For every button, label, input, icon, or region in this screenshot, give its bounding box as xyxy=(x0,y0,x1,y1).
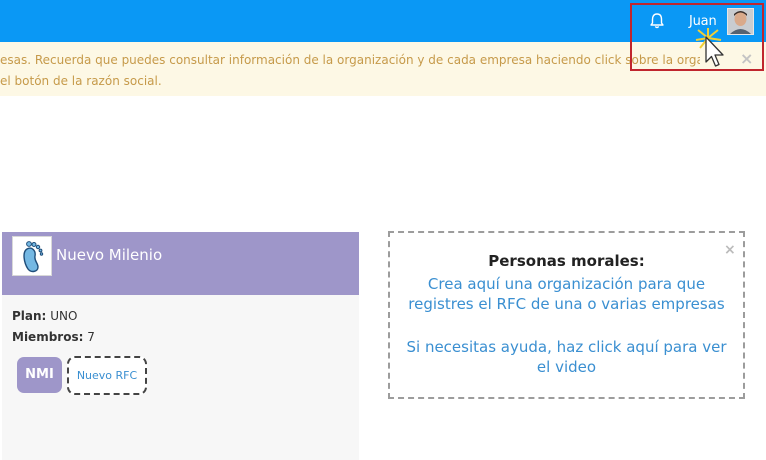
new-rfc-button[interactable]: Nuevo RFC xyxy=(67,356,147,395)
top-navbar: Juan xyxy=(0,0,766,42)
footprint-logo-icon xyxy=(12,236,52,276)
user-avatar[interactable] xyxy=(727,8,754,35)
plan-label: Plan: xyxy=(12,309,47,323)
notice-text: esas. Recuerda que puedes consultar info… xyxy=(0,50,700,92)
organization-header[interactable]: Nuevo Milenio xyxy=(2,232,359,295)
info-notice: esas. Recuerda que puedes consultar info… xyxy=(0,42,766,96)
members-value: 7 xyxy=(87,330,95,344)
plan-info: Plan: UNO xyxy=(12,309,77,323)
company-badge[interactable]: NMI xyxy=(17,357,62,393)
username-label[interactable]: Juan xyxy=(689,14,717,29)
create-organization-link-2[interactable]: registres el RFC de una o varias empresa… xyxy=(390,295,743,313)
empty-state-title: Personas morales: xyxy=(488,252,645,270)
organization-name[interactable]: Nuevo Milenio xyxy=(56,246,162,264)
organization-card[interactable]: Nuevo Milenio Plan: UNO Miembros: 7 NMI … xyxy=(2,232,359,460)
members-label: Miembros: xyxy=(12,330,84,344)
plan-value: UNO xyxy=(50,309,78,323)
bell-icon[interactable] xyxy=(648,12,666,30)
create-organization-card[interactable]: × Personas morales: Crea aquí una organi… xyxy=(388,231,745,399)
notice-line-1: esas. Recuerda que puedes consultar info… xyxy=(0,53,700,67)
help-video-link[interactable]: Si necesitas ayuda, haz click aquí para … xyxy=(390,338,743,356)
close-icon[interactable]: × xyxy=(740,49,753,68)
help-video-link-2[interactable]: el video xyxy=(390,358,743,376)
avatar-photo-icon xyxy=(728,9,753,34)
create-organization-link[interactable]: Crea aquí una organización para que xyxy=(390,275,743,293)
notice-line-2: el botón de la razón social. xyxy=(0,74,162,88)
members-info: Miembros: 7 xyxy=(12,330,95,344)
